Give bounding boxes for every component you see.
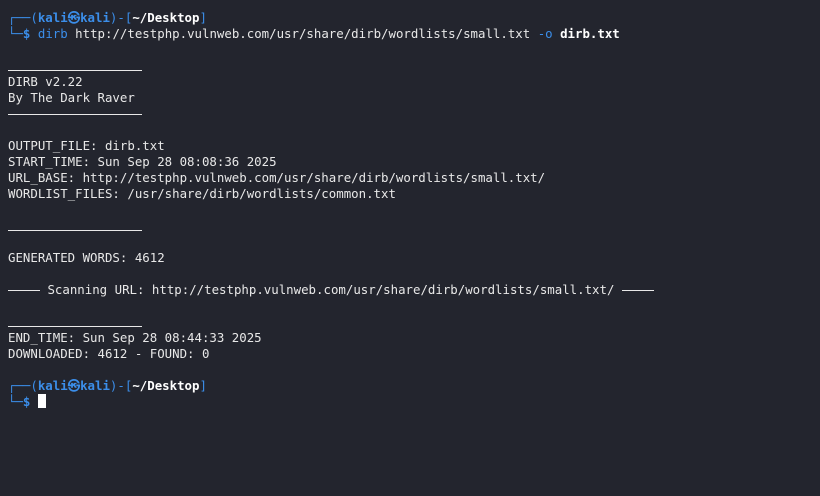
command-url-arg: http://testphp.vulnweb.com/usr/share/dir… [75,26,531,41]
prompt-dollar: $ [22,394,31,409]
prompt-at-icon: ㉿ [67,10,81,25]
prompt-corner-top: ┌──( [8,378,38,393]
prompt-user: kali [37,378,68,393]
separator-line [8,314,816,330]
url-base-line: URL_BASE: http://testphp.vulnweb.com/usr… [8,170,546,185]
start-time-line: START_TIME: Sun Sep 28 08:08:36 2025 [8,154,277,169]
downloaded-line: DOWNLOADED: 4612 - FOUND: 0 [8,346,210,361]
separator-rule [8,58,142,71]
prompt-corner-bottom: └─ [8,26,23,41]
prompt-mid: )-[ [109,10,133,25]
command-output-arg: dirb.txt [560,26,620,41]
separator-rule [8,218,142,231]
prompt-mid: )-[ [109,378,133,393]
prompt-host: kali [80,378,110,393]
prompt-dollar: $ [22,26,31,41]
text-cursor[interactable] [37,394,46,408]
dash-rule-right [621,282,654,291]
prompt-host: kali [80,10,110,25]
banner-name: DIRB v2.22 [8,74,83,89]
dash-rule-left [8,282,40,291]
wordlist-files-line: WORDLIST_FILES: /usr/share/dirb/wordlist… [8,186,396,201]
output-file-line: OUTPUT_FILE: dirb.txt [8,138,165,153]
separator-line [8,58,816,74]
separator-rule [8,314,142,327]
separator-line [8,102,816,118]
prompt-line-top: ┌──(kali㉿kali)-[~/Desktop] [8,378,816,394]
prompt-path: ~/Desktop [132,378,200,393]
separator-line [8,218,816,234]
separator-rule [8,102,142,115]
command-line: └─$ dirb http://testphp.vulnweb.com/usr/… [8,26,816,42]
prompt-end: ] [199,378,207,393]
generated-words-line: GENERATED WORDS: 4612 [8,250,165,265]
prompt-path: ~/Desktop [132,10,200,25]
input-line[interactable]: └─$ [8,394,816,410]
prompt-line-top: ┌──(kali㉿kali)-[~/Desktop] [8,10,816,26]
prompt-user: kali [37,10,68,25]
prompt-at-icon: ㉿ [67,378,81,393]
command-option: -o [537,26,553,41]
prompt-corner-top: ┌──( [8,10,38,25]
prompt-corner-bottom: └─ [8,394,23,409]
terminal-output[interactable]: ┌──(kali㉿kali)-[~/Desktop] └─$ dirb http… [8,10,816,410]
command-name: dirb [37,26,68,41]
end-time-line: END_TIME: Sun Sep 28 08:44:33 2025 [8,330,262,345]
scanning-url-text: Scanning URL: http://testphp.vulnweb.com… [47,282,615,297]
prompt-end: ] [199,10,207,25]
scanning-url-line: Scanning URL: http://testphp.vulnweb.com… [8,282,816,298]
